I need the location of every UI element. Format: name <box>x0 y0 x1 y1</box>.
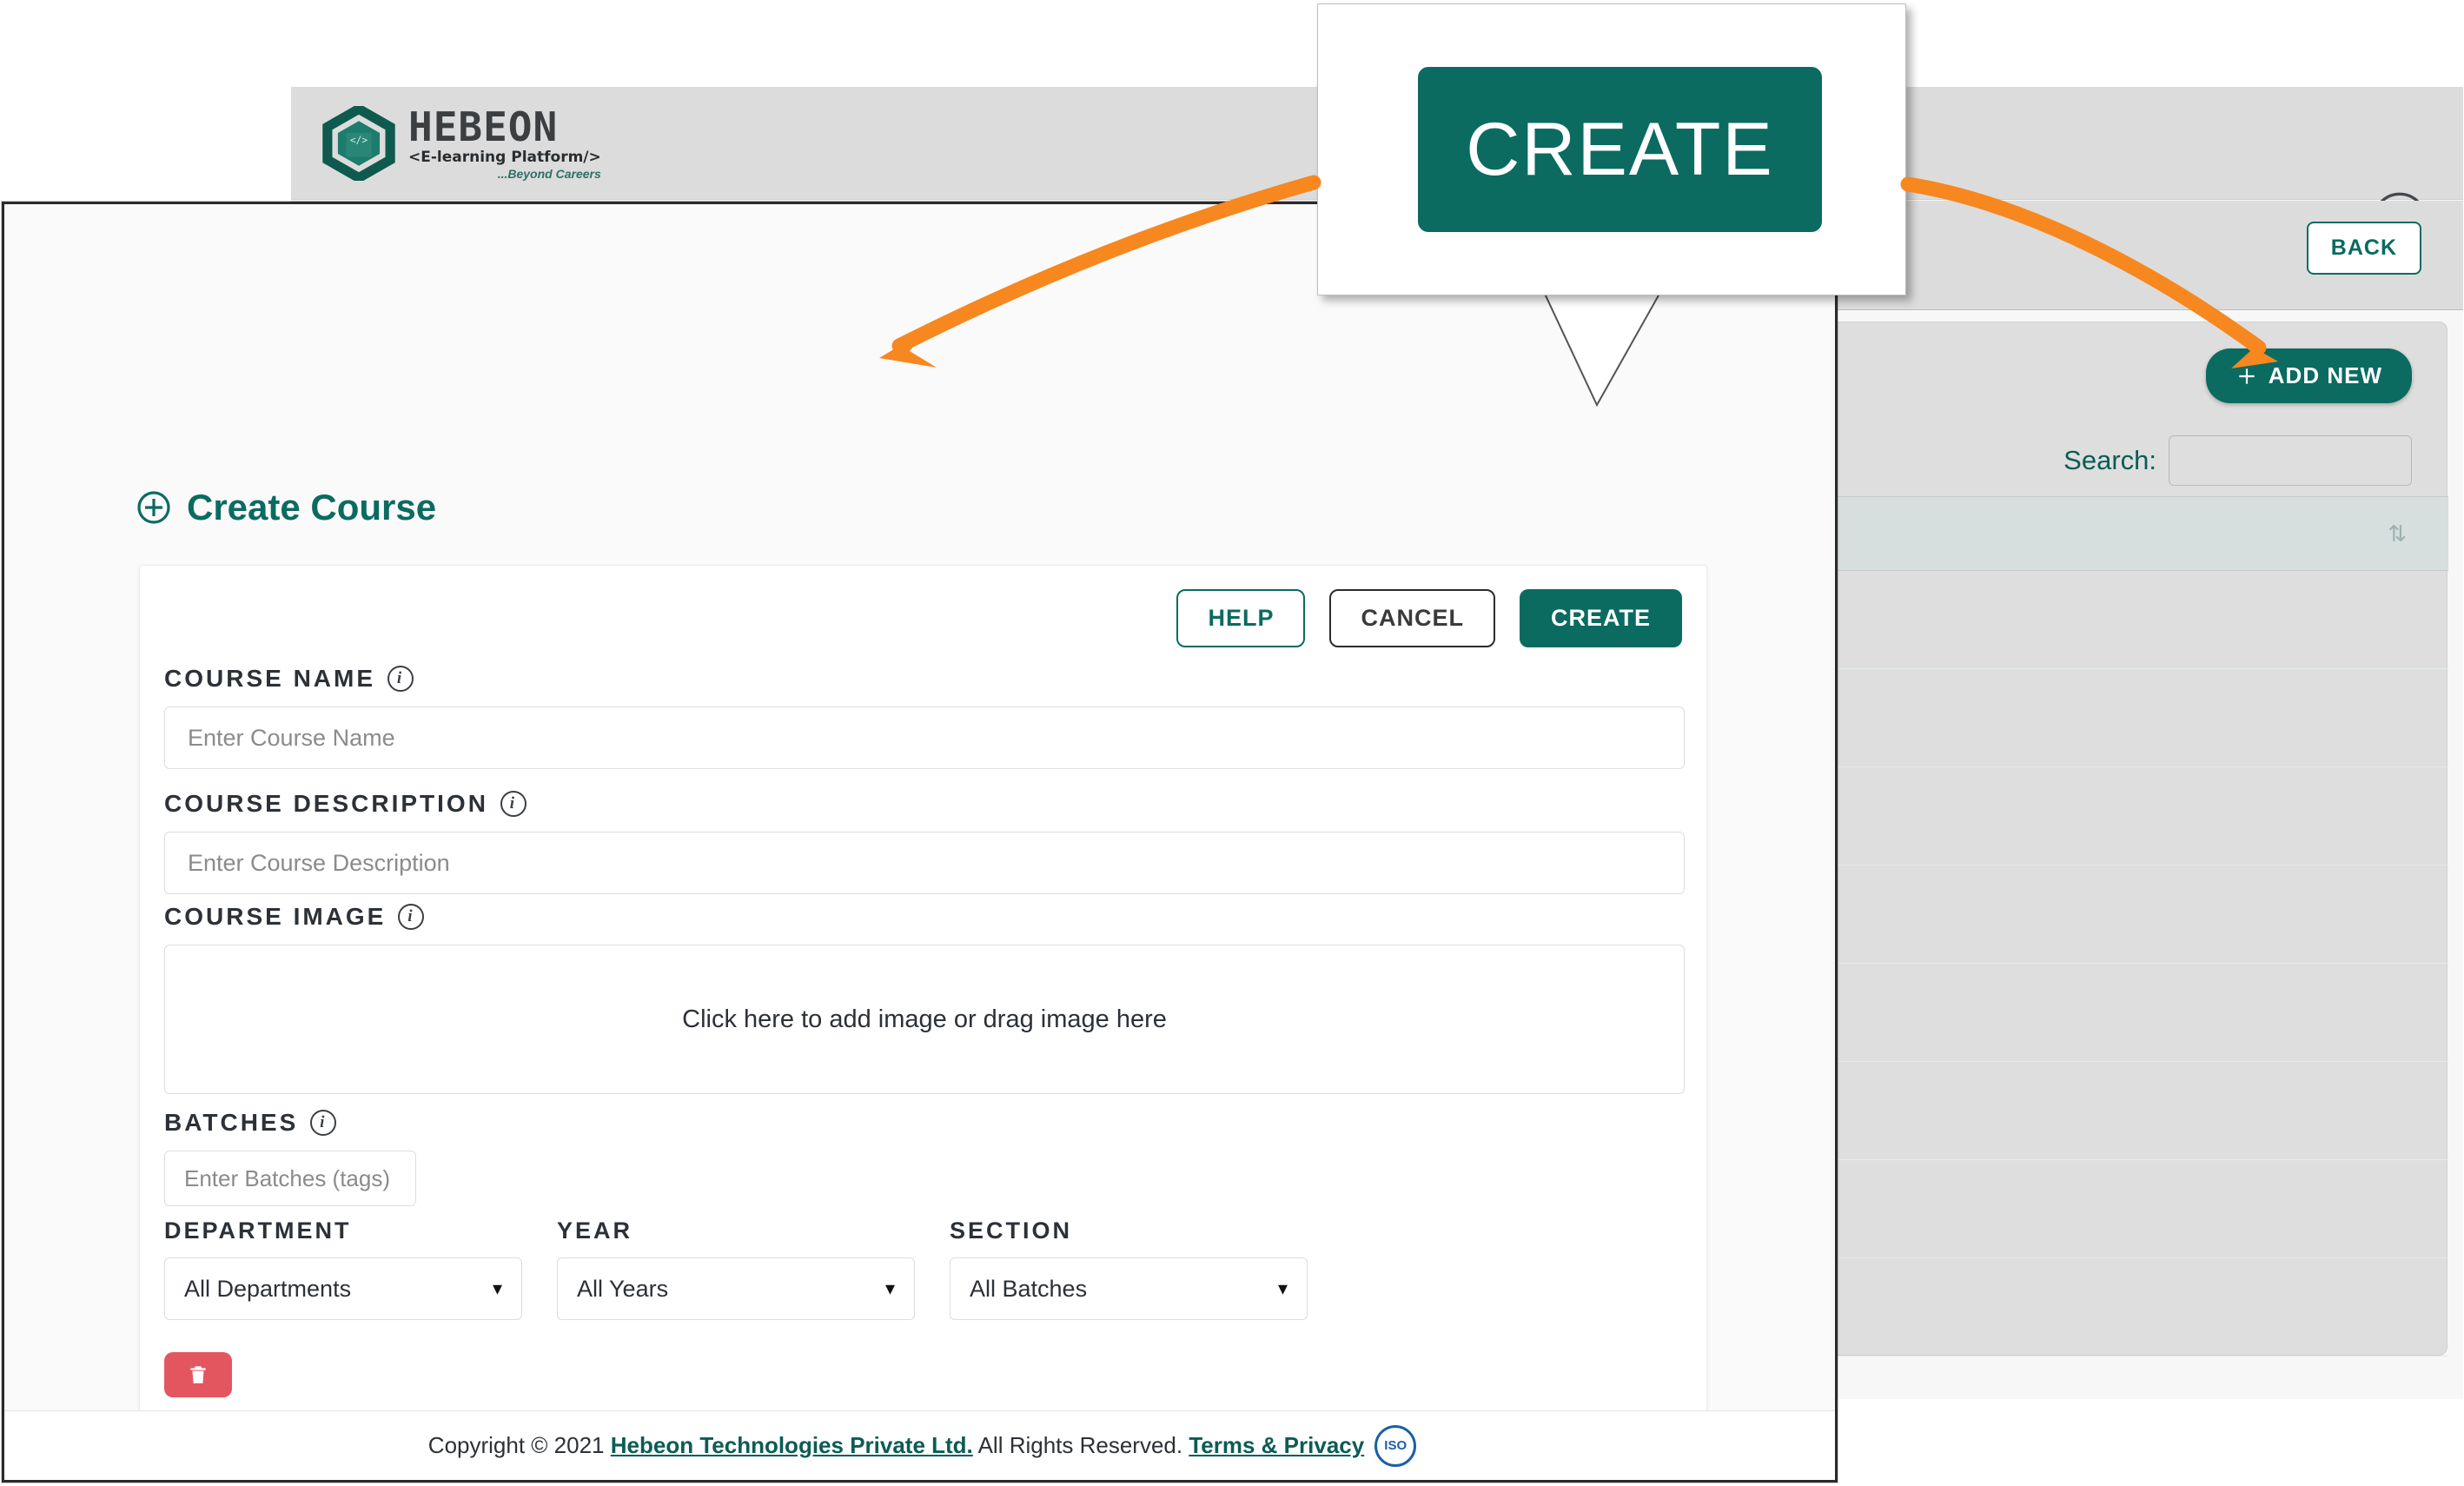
department-label: DEPARTMENT <box>164 1217 522 1244</box>
cancel-button[interactable]: CANCEL <box>1329 589 1495 647</box>
section-label: SECTION <box>950 1217 1308 1244</box>
course-description-input[interactable]: Enter Course Description <box>164 832 1685 894</box>
section-group: SECTION All Batches ▾ <box>950 1217 1308 1320</box>
trash-icon <box>187 1363 209 1386</box>
logo-tagline: ...Beyond Careers <box>408 168 601 180</box>
course-image-dropzone[interactable]: Click here to add image or drag image he… <box>164 945 1685 1094</box>
search-input[interactable] <box>2169 435 2412 486</box>
info-icon[interactable]: i <box>387 666 414 692</box>
department-group: DEPARTMENT All Departments ▾ <box>164 1217 522 1320</box>
add-new-button[interactable]: ADD NEW <box>2206 348 2412 403</box>
department-select[interactable]: All Departments ▾ <box>164 1257 522 1320</box>
footer-copyright: Copyright © 2021 Hebeon Technologies Pri… <box>428 1432 1364 1459</box>
plus-icon <box>2235 365 2258 388</box>
footer-company-link[interactable]: Hebeon Technologies Private Ltd. <box>611 1432 973 1458</box>
search-row: Search: <box>2063 435 2412 486</box>
iso-certified-badge-icon: ISO <box>1374 1425 1416 1467</box>
remove-batch-row-button[interactable] <box>164 1352 232 1397</box>
course-name-field: COURSE NAME i Enter Course Name <box>164 665 1685 769</box>
create-button[interactable]: CREATE <box>1520 589 1682 647</box>
footer-middle: All Rights Reserved. <box>973 1432 1189 1458</box>
page-title: Create Course <box>136 487 436 528</box>
batches-input[interactable]: Enter Batches (tags) <box>164 1151 416 1206</box>
course-name-label: COURSE NAME i <box>164 665 1685 693</box>
add-new-label: ADD NEW <box>2269 362 2382 389</box>
footer: Copyright © 2021 Hebeon Technologies Pri… <box>4 1410 1838 1480</box>
course-image-label: COURSE IMAGE i <box>164 903 1685 931</box>
callout-tail <box>1503 294 1694 407</box>
form-action-buttons: HELP CANCEL CREATE <box>1176 589 1682 647</box>
chevron-down-icon: ▾ <box>1278 1277 1288 1300</box>
hebeon-cube-logo-icon: </> <box>321 106 396 181</box>
search-label: Search: <box>2063 445 2156 476</box>
help-button[interactable]: HELP <box>1176 589 1305 647</box>
create-callout-bubble: CREATE <box>1317 3 1906 295</box>
section-select[interactable]: All Batches ▾ <box>950 1257 1308 1320</box>
info-icon[interactable]: i <box>310 1110 336 1136</box>
svg-text:</>: </> <box>350 135 368 146</box>
year-label: YEAR <box>557 1217 915 1244</box>
logo-title: HEBEON <box>408 107 601 147</box>
course-description-label: COURSE DESCRIPTION i <box>164 790 1685 818</box>
course-image-field: COURSE IMAGE i Click here to add image o… <box>164 903 1685 1094</box>
info-icon[interactable]: i <box>398 904 424 930</box>
year-select[interactable]: All Years ▾ <box>557 1257 915 1320</box>
batches-field: BATCHES i Enter Batches (tags) <box>164 1109 416 1206</box>
logo-subtitle: <E-learning Platform/> <box>408 150 601 165</box>
course-description-field: COURSE DESCRIPTION i Enter Course Descri… <box>164 790 1685 894</box>
footer-terms-link[interactable]: Terms & Privacy <box>1189 1432 1364 1458</box>
info-icon[interactable]: i <box>500 791 527 817</box>
page-title-text: Create Course <box>187 487 436 528</box>
callout-create-button[interactable]: CREATE <box>1418 67 1822 232</box>
department-year-section-row: DEPARTMENT All Departments ▾ YEAR All Ye… <box>164 1217 1308 1320</box>
sort-icon-right[interactable]: ⇅ <box>2388 521 2407 547</box>
year-group: YEAR All Years ▾ <box>557 1217 915 1320</box>
back-button[interactable]: BACK <box>2307 222 2421 275</box>
batches-label: BATCHES i <box>164 1109 416 1137</box>
app-logo[interactable]: </> HEBEON <E-learning Platform/> ...Bey… <box>321 106 601 181</box>
chevron-down-icon: ▾ <box>493 1277 502 1300</box>
chevron-down-icon: ▾ <box>885 1277 895 1300</box>
plus-circle-icon <box>136 490 171 525</box>
create-course-form: HELP CANCEL CREATE COURSE NAME i Enter C… <box>139 565 1707 1483</box>
course-name-input[interactable]: Enter Course Name <box>164 707 1685 769</box>
footer-prefix: Copyright © 2021 <box>428 1432 611 1458</box>
